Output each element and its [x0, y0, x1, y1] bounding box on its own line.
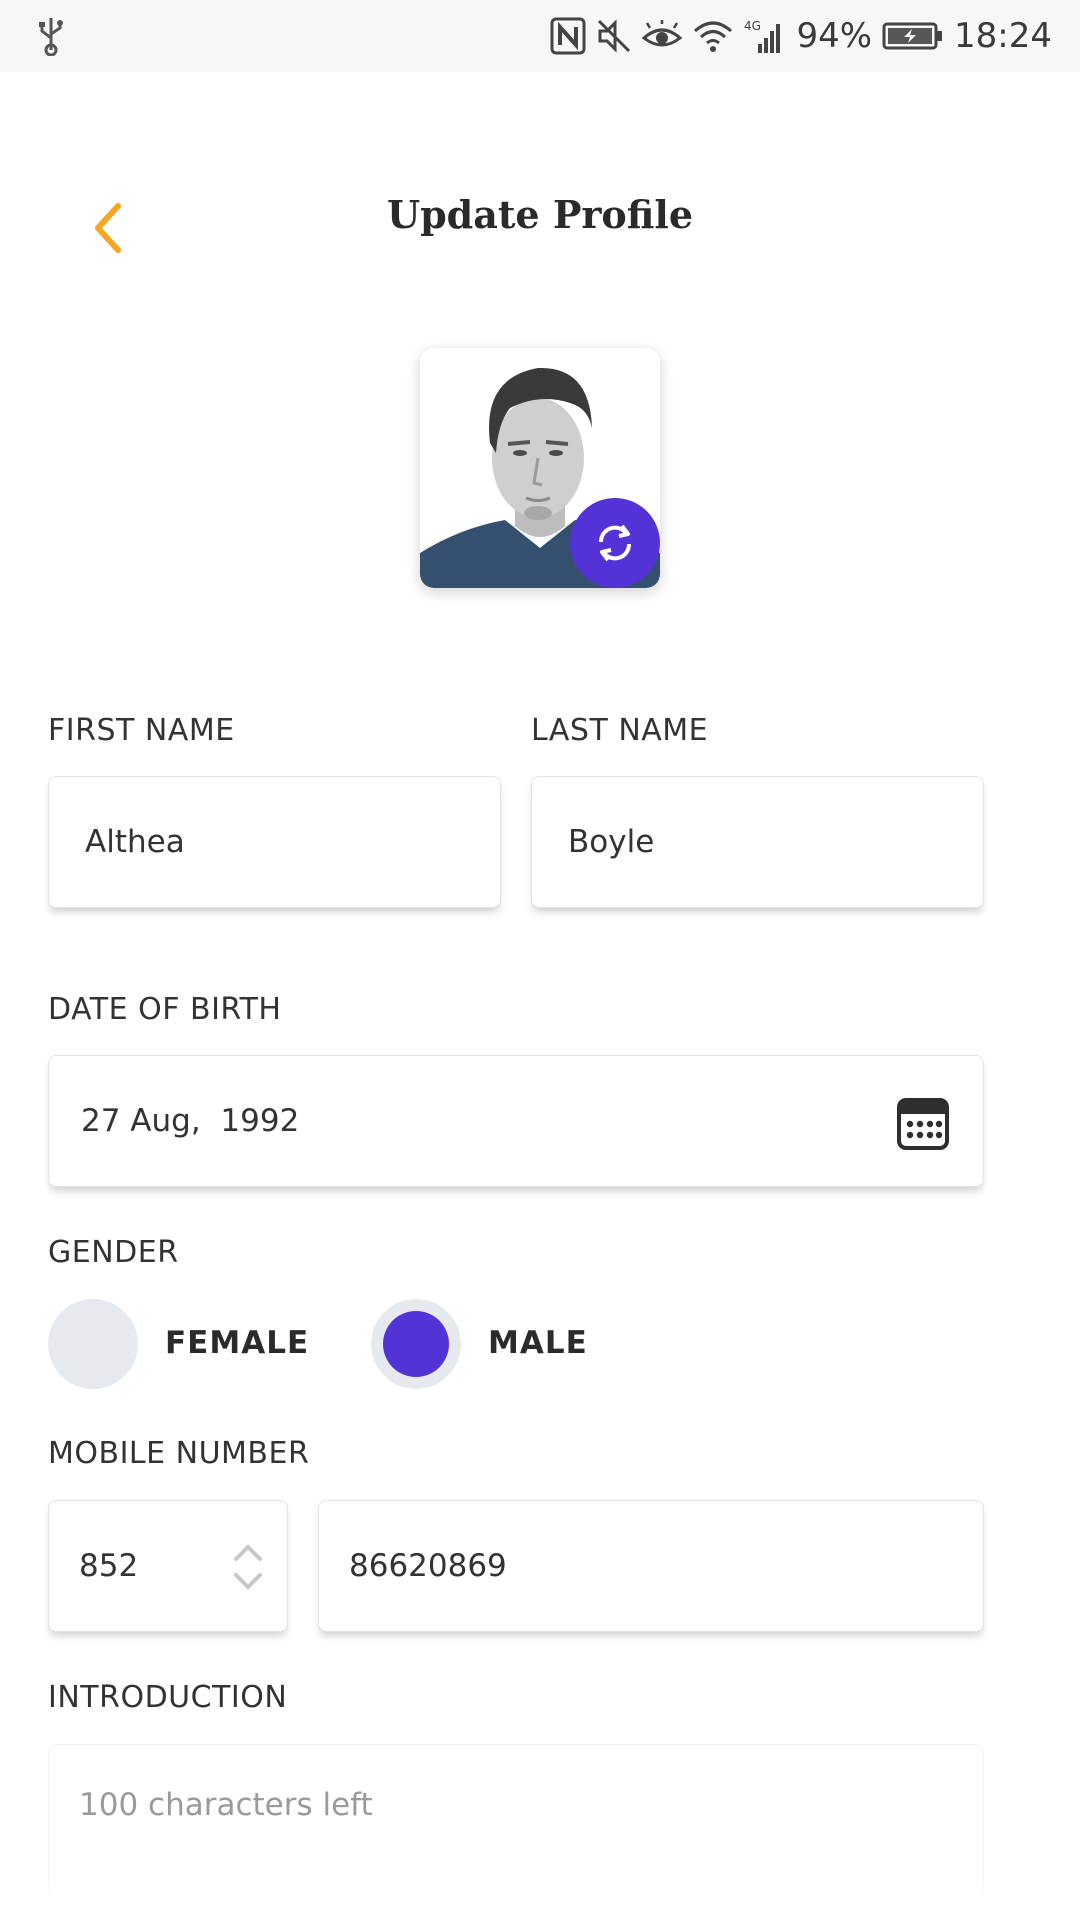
male-label[interactable]: MALE	[488, 1325, 588, 1361]
male-radio[interactable]	[371, 1299, 461, 1389]
mobile-number-value: 86620869	[349, 1548, 507, 1584]
dob-field[interactable]: 27 Aug, 1992	[48, 1055, 984, 1187]
change-photo-button[interactable]	[570, 498, 660, 588]
introduction-textarea[interactable]: 100 characters left	[48, 1744, 984, 1894]
dob-value: 27 Aug, 1992	[81, 1103, 300, 1139]
male-radio-selected-dot	[383, 1311, 449, 1377]
mobile-number-field[interactable]: 86620869	[318, 1500, 984, 1632]
page-title: Update Profile	[386, 192, 694, 237]
wifi-icon	[694, 21, 733, 52]
battery-icon	[882, 22, 943, 50]
dob-label: DATE OF BIRTH	[48, 992, 282, 1027]
country-code-field[interactable]: 852	[48, 1500, 288, 1632]
first-name-field[interactable]: Althea	[48, 776, 501, 908]
refresh-icon	[598, 524, 632, 562]
introduction-placeholder: 100 characters left	[79, 1787, 373, 1823]
country-code-value: 852	[79, 1548, 139, 1584]
battery-percent: 94%	[796, 16, 873, 56]
first-name-value: Althea	[85, 824, 185, 860]
nfc-icon	[550, 17, 586, 55]
mute-icon	[598, 19, 631, 53]
last-name-label: LAST NAME	[531, 713, 709, 748]
last-name-value: Boyle	[568, 824, 655, 860]
calendar-icon[interactable]	[897, 1096, 949, 1150]
usb-icon	[39, 18, 63, 56]
gender-label: GENDER	[48, 1235, 179, 1270]
status-bar: 4G 94% 18:24	[0, 0, 1080, 72]
first-name-label: FIRST NAME	[48, 713, 235, 748]
clock: 18:24	[954, 16, 1052, 56]
female-radio[interactable]	[48, 1299, 138, 1389]
last-name-field[interactable]: Boyle	[531, 776, 984, 908]
mobile-label: MOBILE NUMBER	[48, 1436, 310, 1471]
introduction-label: INTRODUCTION	[48, 1680, 288, 1715]
up-down-chevron-icon[interactable]	[231, 1539, 265, 1595]
female-label[interactable]: FEMALE	[165, 1325, 309, 1361]
eye-comfort-icon	[642, 20, 683, 47]
status-icons: 4G 94% 18:24	[550, 0, 1052, 72]
network-type: 4G	[744, 19, 761, 33]
signal-icon: 4G	[744, 19, 781, 53]
